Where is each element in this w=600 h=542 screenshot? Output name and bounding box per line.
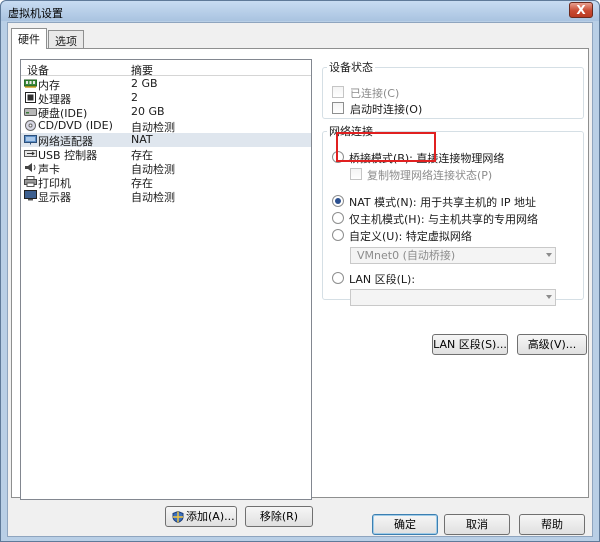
device-summary: 2 GB — [131, 77, 158, 90]
connect-at-power-on-checkbox[interactable] — [332, 102, 344, 114]
chevron-down-icon — [546, 253, 552, 257]
replicate-state-label: 复制物理网络连接状态(P) — [367, 169, 493, 182]
device-summary: 2 — [131, 91, 138, 104]
device-row-printer[interactable]: 打印机 存在 — [21, 175, 311, 190]
device-name: 显示器 — [38, 191, 71, 204]
cancel-button[interactable]: 取消 — [444, 514, 510, 535]
lan-segment-dropdown[interactable] — [350, 289, 556, 306]
advanced-button[interactable]: 高级(V)... — [517, 334, 587, 355]
device-status-legend: 设备状态 — [329, 61, 373, 74]
device-row-memory[interactable]: 内存 2 GB — [21, 77, 311, 92]
remove-device-button[interactable]: 移除(R) — [245, 506, 313, 527]
highlight-annotation-box — [336, 132, 436, 162]
device-row-network-adapter[interactable]: 网络适配器 NAT — [21, 133, 311, 148]
connected-checkbox[interactable] — [332, 86, 344, 98]
chevron-down-icon — [546, 295, 552, 299]
memory-icon — [24, 79, 37, 88]
device-list-header: 设备 摘要 — [21, 60, 311, 77]
window-title: 虚拟机设置 — [8, 7, 63, 20]
vm-settings-window: 虚拟机设置 X 硬件 选项 设备 摘要 内存 2 GB 处理器 2 硬盘(IDE… — [0, 0, 600, 542]
tab-options[interactable]: 选项 — [48, 30, 84, 48]
usb-icon — [24, 150, 37, 157]
device-summary: NAT — [131, 133, 153, 146]
add-device-label: 添加(A)... — [186, 510, 235, 523]
header-summary: 摘要 — [131, 64, 153, 77]
device-row-display[interactable]: 显示器 自动检测 — [21, 189, 311, 204]
connected-label: 已连接(C) — [350, 87, 400, 100]
display-icon — [24, 190, 37, 201]
close-button[interactable]: X — [569, 2, 593, 18]
ok-button[interactable]: 确定 — [372, 514, 438, 535]
network-adapter-icon — [24, 135, 37, 145]
hardware-tab-panel: 设备 摘要 内存 2 GB 处理器 2 硬盘(IDE) 20 GB CD/DVD… — [11, 48, 589, 527]
dialog-client-area: 硬件 选项 设备 摘要 内存 2 GB 处理器 2 硬盘(IDE) 20 GB … — [7, 22, 593, 537]
help-button[interactable]: 帮助 — [519, 514, 585, 535]
custom-radio[interactable] — [332, 229, 344, 241]
processor-icon — [25, 92, 36, 103]
host-only-label: 仅主机模式(H): 与主机共享的专用网络 — [349, 213, 539, 226]
shield-icon — [172, 511, 184, 523]
device-row-processor[interactable]: 处理器 2 — [21, 91, 311, 106]
printer-icon — [24, 176, 37, 187]
custom-network-value: VMnet0 (自动桥接) — [357, 249, 456, 262]
device-summary: 20 GB — [131, 105, 165, 118]
hard-disk-icon — [24, 108, 37, 116]
nat-label: NAT 模式(N): 用于共享主机的 IP 地址 — [349, 196, 536, 209]
device-list[interactable]: 设备 摘要 内存 2 GB 处理器 2 硬盘(IDE) 20 GB CD/DVD… — [20, 59, 312, 500]
device-row-usb-controller[interactable]: USB 控制器 存在 — [21, 147, 311, 162]
title-bar[interactable]: 虚拟机设置 X — [1, 1, 599, 21]
device-row-hard-disk[interactable]: 硬盘(IDE) 20 GB — [21, 105, 311, 120]
device-row-cd-dvd[interactable]: CD/DVD (IDE) 自动检测 — [21, 119, 311, 134]
custom-network-dropdown[interactable]: VMnet0 (自动桥接) — [350, 247, 556, 264]
custom-label: 自定义(U): 特定虚拟网络 — [349, 230, 472, 243]
header-device: 设备 — [27, 64, 49, 77]
replicate-state-checkbox[interactable] — [350, 168, 362, 180]
lan-segment-label: LAN 区段(L): — [349, 273, 416, 286]
cd-dvd-icon — [25, 120, 36, 131]
tab-hardware[interactable]: 硬件 — [11, 28, 47, 49]
add-device-button[interactable]: 添加(A)... — [165, 506, 237, 527]
lan-segments-button[interactable]: LAN 区段(S)... — [432, 334, 508, 355]
sound-card-icon — [25, 163, 36, 172]
device-name: CD/DVD (IDE) — [38, 119, 113, 132]
device-summary: 自动检测 — [131, 191, 175, 204]
device-row-sound-card[interactable]: 声卡 自动检测 — [21, 161, 311, 176]
lan-segment-radio[interactable] — [332, 272, 344, 284]
nat-radio[interactable] — [332, 195, 344, 207]
host-only-radio[interactable] — [332, 212, 344, 224]
connect-at-power-on-label: 启动时连接(O) — [350, 103, 423, 116]
